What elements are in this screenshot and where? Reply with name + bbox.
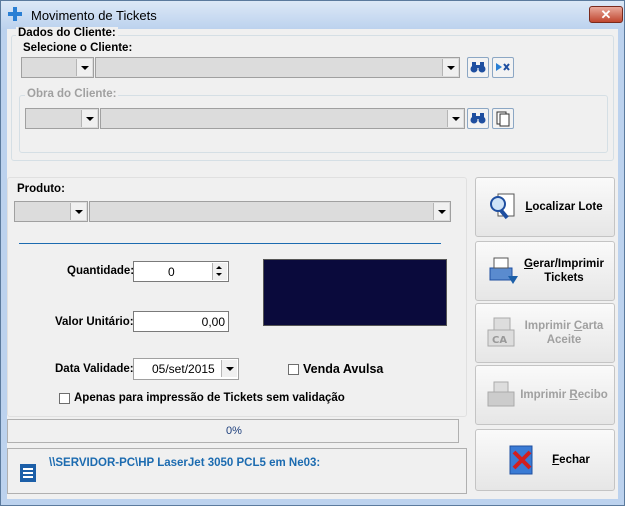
- obra-name-combo[interactable]: [100, 108, 465, 129]
- clear-cliente-button[interactable]: [492, 57, 514, 78]
- obra-code-combo[interactable]: [25, 108, 99, 129]
- progress-text: 0%: [226, 425, 242, 437]
- magnifier-document-icon: [490, 193, 515, 220]
- produto-code-combo[interactable]: [14, 201, 88, 222]
- copy-document-icon: [496, 111, 510, 127]
- chevron-down-icon[interactable]: [447, 110, 463, 127]
- dados-cliente-title: Dados do Cliente:: [16, 27, 118, 39]
- chevron-down-icon[interactable]: [442, 59, 458, 76]
- printer-status-text: \\SERVIDOR-PC\HP LaserJet 3050 PCL5 em N…: [49, 457, 321, 469]
- apenas-impressao-checkbox[interactable]: [59, 393, 70, 404]
- quantidade-value: 0: [168, 265, 175, 279]
- venda-avulsa-label[interactable]: Venda Avulsa: [303, 362, 383, 376]
- quantidade-label: Quantidade:: [67, 265, 135, 277]
- search-cliente-button[interactable]: [467, 57, 489, 78]
- imprimir-recibo-label: Imprimir Recibo: [520, 389, 608, 401]
- progress-bar: 0%: [7, 419, 459, 443]
- svg-text:CA: CA: [492, 335, 507, 346]
- printer-arrow-icon: [489, 257, 518, 284]
- valor-unitario-input[interactable]: 0,00: [133, 311, 229, 332]
- gerar-imprimir-button[interactable]: Gerar/Imprimir Tickets: [475, 241, 615, 301]
- copy-obra-button[interactable]: [492, 108, 514, 129]
- valor-unitario-value: 0,00: [201, 315, 225, 329]
- display-panel: [263, 259, 447, 326]
- letter-ca-icon: CA: [487, 317, 515, 347]
- chevron-down-icon[interactable]: [81, 110, 97, 127]
- chevron-down-icon[interactable]: [433, 203, 449, 220]
- cliente-code-combo[interactable]: [21, 57, 94, 78]
- venda-avulsa-checkbox[interactable]: [288, 364, 299, 375]
- window-title: Movimento de Tickets: [31, 8, 157, 23]
- chevron-down-icon[interactable]: [70, 203, 86, 220]
- chevron-down-icon[interactable]: [76, 59, 92, 76]
- chevron-down-icon[interactable]: [216, 273, 222, 276]
- close-button[interactable]: ✕: [589, 6, 623, 23]
- produto-label: Produto:: [17, 183, 65, 195]
- valor-unitario-label: Valor Unitário:: [55, 316, 134, 328]
- binoculars-icon: [470, 113, 486, 124]
- cliente-name-combo[interactable]: [95, 57, 460, 78]
- status-panel: \\SERVIDOR-PC\HP LaserJet 3050 PCL5 em N…: [7, 448, 467, 494]
- produto-name-combo[interactable]: [89, 201, 451, 222]
- imprimir-carta-label: Imprimir Carta Aceite: [524, 320, 604, 346]
- chevron-down-icon[interactable]: [221, 360, 237, 377]
- quantidade-stepper[interactable]: 0: [133, 261, 229, 282]
- fechar-label: Fechar: [552, 454, 590, 466]
- localizar-lote-label: Localizar Lote: [525, 201, 603, 213]
- clear-filter-icon: [496, 63, 510, 71]
- gerar-imprimir-label: Gerar/Imprimir Tickets: [524, 258, 604, 284]
- separator-line: [19, 243, 441, 244]
- title-bar[interactable]: Movimento de Tickets ✕: [1, 1, 624, 29]
- selecione-cliente-label: Selecione o Cliente:: [23, 42, 133, 54]
- search-obra-button[interactable]: [467, 108, 489, 129]
- imprimir-carta-button[interactable]: CA Imprimir Carta Aceite: [475, 303, 615, 363]
- plus-icon: [8, 7, 22, 21]
- imprimir-recibo-button[interactable]: Imprimir Recibo: [475, 365, 615, 425]
- main-window: Movimento de Tickets ✕ Dados do Cliente:…: [0, 0, 625, 506]
- apenas-impressao-label[interactable]: Apenas para impressão de Tickets sem val…: [74, 392, 345, 404]
- obra-cliente-label: Obra do Cliente:: [25, 88, 119, 100]
- client-area: Dados do Cliente: Selecione o Cliente: O…: [7, 27, 618, 499]
- spin-buttons[interactable]: [212, 263, 227, 280]
- localizar-lote-button[interactable]: Localizar Lote: [475, 177, 615, 237]
- data-validade-value: 05/set/2015: [152, 362, 215, 376]
- fechar-button[interactable]: Fechar: [475, 429, 615, 491]
- chevron-up-icon[interactable]: [216, 266, 222, 269]
- receipt-printer-icon: [487, 381, 515, 407]
- data-validade-label: Data Validade:: [55, 363, 134, 375]
- printer-icon: [20, 464, 36, 482]
- binoculars-icon: [470, 62, 486, 73]
- data-validade-picker[interactable]: 05/set/2015: [133, 358, 239, 380]
